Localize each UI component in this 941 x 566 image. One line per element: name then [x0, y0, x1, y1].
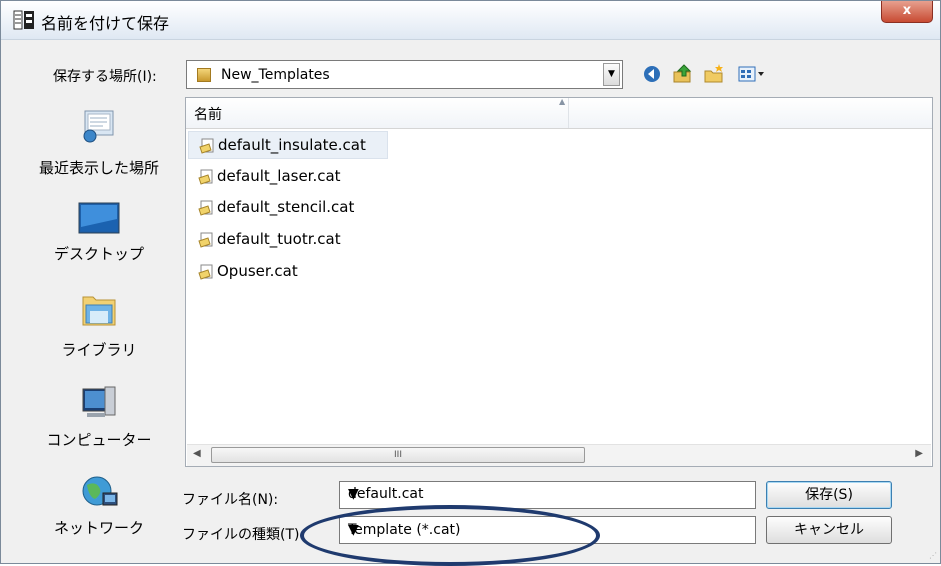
column-header-name[interactable]: 名前 ▲	[186, 97, 932, 129]
file-icon	[199, 138, 214, 154]
window-title: 名前を付けて保存	[41, 14, 170, 33]
cancel-button[interactable]: キャンセル	[766, 516, 892, 544]
file-icon	[198, 264, 213, 280]
title-bar[interactable]: 名前を付けて保存 x	[1, 1, 940, 40]
file-item[interactable]: default_tuotr.cat	[188, 226, 388, 254]
save-as-dialog: 名前を付けて保存 x 保存する場所(I): New_Templates ▼ 最近…	[0, 0, 941, 564]
scroll-left-icon[interactable]: ◀	[193, 448, 201, 459]
place-label: ライブラリ	[61, 341, 137, 359]
scroll-thumb[interactable]: III	[211, 447, 585, 463]
scroll-grip: III	[394, 450, 402, 460]
file-item[interactable]: default_stencil.cat	[188, 194, 388, 222]
new-folder-icon[interactable]	[703, 63, 725, 85]
save-button[interactable]: 保存(S)	[766, 481, 892, 509]
desktop-icon	[78, 202, 120, 234]
look-in-label: 保存する場所(I):	[53, 69, 157, 85]
network-icon	[82, 476, 118, 506]
place-label: コンピューター	[46, 431, 152, 449]
libraries-icon	[82, 296, 116, 326]
file-name: default_tuotr.cat	[217, 230, 341, 248]
file-icon	[198, 232, 213, 248]
look-in-combobox[interactable]: New_Templates ▼	[186, 60, 623, 89]
places-bar: 最近表示した場所 デスクトップ ライブラリ コンピューター ネットワーク	[19, 99, 179, 539]
file-icon	[198, 200, 213, 216]
chevron-down-icon[interactable]: ▼	[348, 486, 747, 502]
file-name: Opuser.cat	[217, 262, 298, 280]
computer-icon	[82, 386, 116, 417]
filename-label: ファイル名(N):	[182, 492, 279, 508]
folder-icon	[197, 68, 211, 82]
column-divider[interactable]	[568, 98, 569, 128]
file-name: default_stencil.cat	[217, 198, 355, 216]
filetype-label: ファイルの種類(T):	[182, 527, 305, 543]
recent-places-icon	[83, 110, 114, 143]
up-folder-icon[interactable]	[671, 63, 693, 85]
filetype-select[interactable]: Template (*.cat) ▼	[339, 516, 756, 544]
view-menu-icon[interactable]	[737, 63, 767, 85]
file-item[interactable]: default_insulate.cat	[188, 131, 388, 159]
file-icon	[198, 169, 213, 185]
file-item[interactable]: Opuser.cat	[188, 258, 388, 286]
place-label: ネットワーク	[53, 519, 144, 537]
close-button[interactable]: x	[881, 1, 933, 23]
scroll-right-icon[interactable]: ▶	[915, 448, 923, 459]
place-label: デスクトップ	[53, 245, 144, 263]
close-icon: x	[902, 3, 912, 18]
file-name: default_laser.cat	[217, 167, 341, 185]
filename-input[interactable]: default.cat ▼	[339, 481, 756, 509]
resize-grip-icon[interactable]: ⋰	[929, 551, 937, 560]
back-icon[interactable]	[641, 63, 663, 85]
look-in-value: New_Templates	[221, 67, 330, 83]
app-icon	[13, 10, 34, 30]
file-name: default_insulate.cat	[218, 136, 366, 154]
chevron-down-icon[interactable]: ▼	[603, 63, 620, 86]
file-list[interactable]: 名前 ▲ default_insulate.cat default_laser.…	[185, 97, 933, 467]
sort-ascending-icon: ▲	[559, 97, 566, 106]
file-item[interactable]: default_laser.cat	[188, 163, 388, 191]
column-header-label: 名前	[194, 107, 222, 123]
chevron-down-icon[interactable]: ▼	[348, 522, 747, 538]
horizontal-scrollbar[interactable]: ◀ III ▶	[187, 444, 931, 466]
place-label: 最近表示した場所	[38, 159, 159, 177]
